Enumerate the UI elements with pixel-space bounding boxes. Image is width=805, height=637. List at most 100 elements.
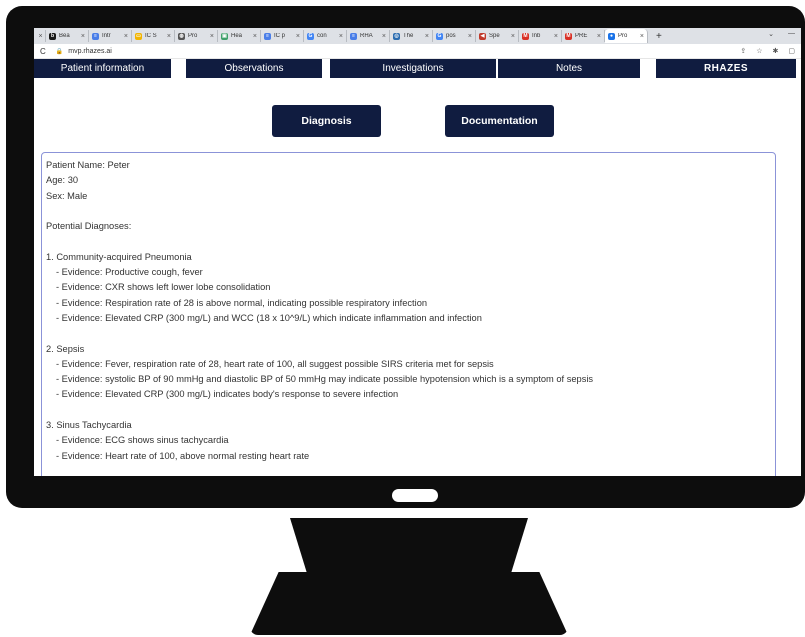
browser-tab[interactable]: ▭ IC S ×	[132, 30, 175, 42]
browser-tab[interactable]: ◎ The ×	[390, 30, 433, 42]
favicon-icon: M	[565, 32, 572, 40]
close-icon[interactable]: ×	[253, 33, 257, 40]
evidence-item: - Evidence: CXR shows left lower lobe co…	[56, 282, 271, 293]
evidence-item: - Evidence: ECG shows sinus tachycardia	[56, 435, 229, 446]
tab-patient-information[interactable]: Patient information	[34, 59, 171, 78]
favicon-icon: ▭	[135, 32, 142, 40]
browser-tab[interactable]: ◀ Spe ×	[476, 30, 519, 42]
diagnosis-title: 3. Sinus Tachycardia	[46, 420, 132, 431]
close-icon[interactable]: ×	[210, 33, 214, 40]
close-icon[interactable]: ×	[296, 33, 300, 40]
close-icon[interactable]: ×	[382, 33, 386, 40]
close-icon[interactable]: ×	[425, 33, 429, 40]
tab-title: Spe	[489, 33, 500, 39]
evidence-item: - Evidence: Respiration rate of 28 is ab…	[56, 297, 428, 308]
tab-title: Intr	[102, 33, 111, 39]
browser-tab[interactable]: ≡ RHA ×	[347, 30, 390, 42]
tab-title: Bea	[59, 33, 70, 39]
favicon-icon: M	[522, 32, 529, 40]
tab-title: IC p	[274, 33, 286, 39]
tab-observations[interactable]: Observations	[186, 59, 322, 78]
evidence-item: - Evidence: Heart rate of 100, above nor…	[56, 450, 310, 461]
monitor-home-button	[392, 489, 438, 502]
lock-icon[interactable]: 🔒	[56, 48, 63, 55]
tab-title: Pro	[188, 33, 198, 39]
browser-tab[interactable]: ×	[34, 30, 46, 42]
diagnosis-button[interactable]: Diagnosis	[272, 105, 381, 137]
url-field[interactable]: mvp.rhazes.ai	[68, 48, 112, 55]
browser-tab[interactable]: ◍ Pro ×	[175, 30, 218, 42]
tab-title: The	[403, 33, 414, 39]
close-icon[interactable]: ×	[339, 33, 343, 40]
browser-tab[interactable]: M PRE ×	[562, 30, 605, 42]
favicon-icon: ◀	[479, 32, 486, 40]
favicon-icon: ▣	[221, 32, 228, 40]
bookmark-star-icon[interactable]: ☆	[756, 47, 762, 55]
address-bar: C 🔒 mvp.rhazes.ai ⇪ ☆ ✱ ▢	[34, 44, 801, 59]
tab-title: Inb	[532, 33, 541, 39]
favicon-icon: G	[307, 32, 314, 40]
evidence-item: - Evidence: Fever, respiration rate of 2…	[56, 358, 494, 369]
favicon-icon: ≡	[350, 32, 357, 40]
diagnosis-title: 1. Community-acquired Pneumonia	[46, 251, 192, 262]
diagnosis-output[interactable]: Patient Name: Peter Age: 30 Sex: Male Po…	[41, 152, 776, 476]
evidence-item: - Evidence: Elevated CRP (300 mg/L) indi…	[56, 389, 399, 400]
monitor-bezel: × b Bea × ≡ Intr × ▭ IC S × ◍ Pro × ▣ Hea × ≡ IC p × Gcon × ≡…	[6, 6, 805, 508]
evidence-item: - Evidence: Productive cough, fever	[56, 267, 203, 278]
browser-tab-strip: × b Bea × ≡ Intr × ▭ IC S × ◍ Pro × ▣ Hea × ≡ IC p × Gcon × ≡…	[34, 28, 801, 44]
diagnosis-title: 2. Sepsis	[46, 343, 85, 354]
app-nav: Patient information Observations Investi…	[34, 59, 801, 78]
monitor-stand-base	[250, 572, 568, 635]
favicon-icon: ≡	[264, 32, 271, 40]
favicon-icon: ◎	[393, 32, 400, 40]
tab-search-icon[interactable]: ⌄	[768, 30, 774, 38]
tab-title: IC S	[145, 33, 157, 39]
tab-title: pos	[446, 33, 456, 39]
close-icon[interactable]: ×	[38, 33, 42, 40]
tab-strip-controls: ⌄ —	[768, 30, 795, 38]
browser-tab[interactable]: ≡ Intr ×	[89, 30, 132, 42]
screen: × b Bea × ≡ Intr × ▭ IC S × ◍ Pro × ▣ Hea × ≡ IC p × Gcon × ≡…	[34, 28, 801, 476]
tab-title: RHA	[360, 33, 373, 39]
favicon-icon: ◍	[178, 32, 185, 40]
browser-tab[interactable]: M Inb ×	[519, 30, 562, 42]
side-panel-icon[interactable]: ▢	[788, 47, 795, 55]
patient-name: Patient Name: Peter	[46, 160, 130, 170]
evidence-item: - Evidence: systolic BP of 90 mmHg and d…	[56, 374, 594, 385]
new-tab-button[interactable]: +	[656, 31, 662, 42]
close-icon[interactable]: ×	[81, 33, 85, 40]
tab-title: con	[317, 33, 327, 39]
close-icon[interactable]: ×	[554, 33, 558, 40]
minimize-icon[interactable]: —	[788, 30, 795, 38]
favicon-icon: G	[436, 32, 443, 40]
share-icon[interactable]: ⇪	[740, 47, 746, 55]
documentation-button[interactable]: Documentation	[445, 105, 554, 137]
close-icon[interactable]: ×	[640, 33, 644, 40]
browser-tab[interactable]: ● Pro ×	[605, 29, 648, 43]
patient-sex: Sex: Male	[46, 190, 88, 201]
close-icon[interactable]: ×	[124, 33, 128, 40]
tab-title: PRE	[575, 33, 588, 39]
browser-tab[interactable]: Gcon ×	[304, 30, 347, 42]
close-icon[interactable]: ×	[511, 33, 515, 40]
tab-title: Pro	[618, 33, 628, 39]
extensions-icon[interactable]: ✱	[773, 47, 779, 55]
brand-logo[interactable]: RHAZES	[656, 59, 796, 78]
reload-icon[interactable]: C	[40, 47, 46, 56]
browser-tab[interactable]: ▣ Hea ×	[218, 30, 261, 42]
close-icon[interactable]: ×	[597, 33, 601, 40]
diagnoses-heading: Potential Diagnoses:	[46, 221, 132, 232]
favicon-icon: b	[49, 32, 56, 40]
browser-tab[interactable]: ≡ IC p ×	[261, 30, 304, 42]
favicon-icon: ≡	[92, 32, 99, 40]
monitor-stand-neck	[290, 518, 528, 580]
close-icon[interactable]: ×	[167, 33, 171, 40]
browser-tab[interactable]: Gpos ×	[433, 30, 476, 42]
evidence-item: - Evidence: Elevated CRP (300 mg/L) and …	[56, 312, 482, 323]
close-icon[interactable]: ×	[468, 33, 472, 40]
browser-tab[interactable]: b Bea ×	[46, 30, 89, 42]
tab-investigations[interactable]: Investigations	[330, 59, 496, 78]
patient-age: Age: 30	[46, 175, 79, 186]
tab-title: Hea	[231, 33, 243, 39]
tab-notes[interactable]: Notes	[498, 59, 640, 78]
